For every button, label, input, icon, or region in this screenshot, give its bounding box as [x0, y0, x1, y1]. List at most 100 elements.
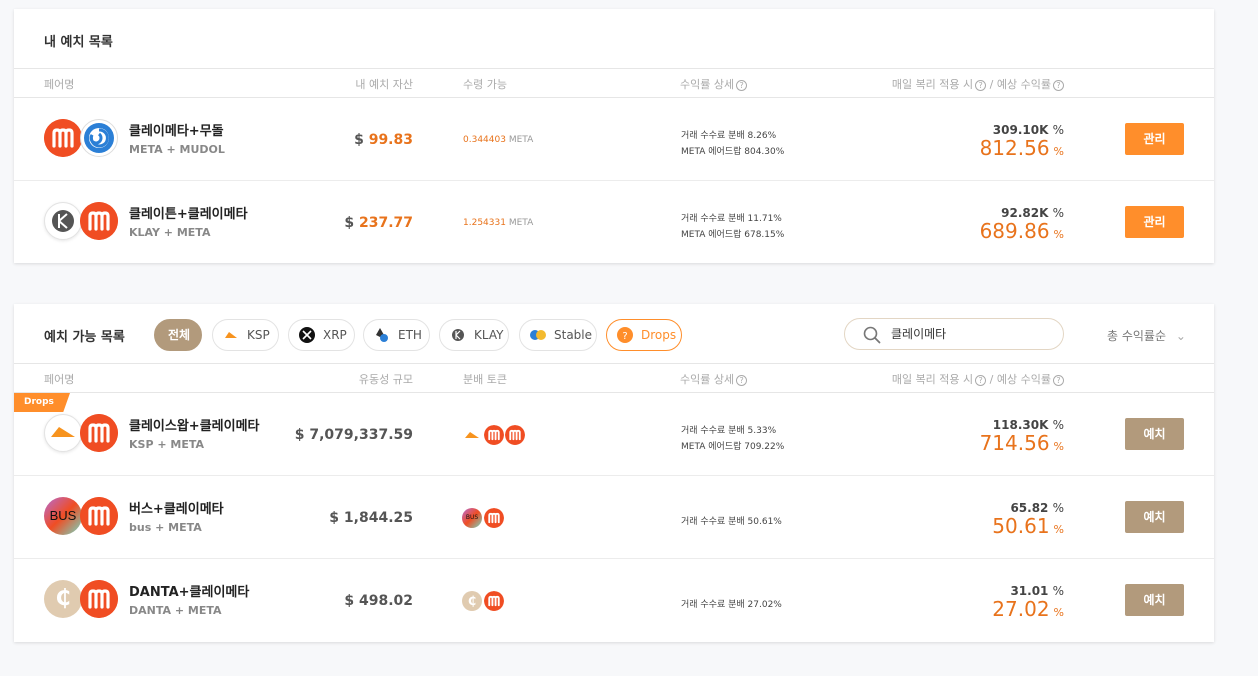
expected-apy: 27.02%	[992, 597, 1064, 621]
available-row: BUS 버스+클레이메타 bus + META $ 1,844.25 BUS 거…	[14, 476, 1214, 559]
deposit-button[interactable]: 예치	[1125, 501, 1184, 533]
compound-rate: 65.82 %	[1010, 501, 1064, 515]
klay-icon	[452, 329, 464, 341]
compound-rate: 31.01 %	[1010, 584, 1064, 598]
header-dist-token: 분배 토큰	[463, 373, 507, 386]
fee-share: 거래 수수료 분배 27.02%	[681, 600, 782, 610]
pair-symbols: bus + META	[129, 521, 202, 534]
liquidity-value: $ 7,079,337.59	[294, 427, 413, 443]
airdrop-rate: META 에어드랍 804.30%	[681, 147, 785, 157]
bus-icon: BUS	[462, 508, 482, 528]
svg-text:?: ?	[622, 331, 627, 342]
header-apy: 매일 복리 적용 시? / 예상 수익률?	[892, 76, 1064, 92]
xrp-icon	[299, 327, 315, 343]
ksp-icon	[462, 425, 482, 445]
compound-rate: 309.10K %	[992, 123, 1064, 137]
fee-share: 거래 수수료 분배 8.26%	[681, 131, 777, 141]
chevron-down-icon: ⌄	[1175, 329, 1186, 343]
meta-token-icon	[44, 119, 82, 157]
filter-klay[interactable]: KLAY	[439, 319, 509, 351]
compound-rate: 118.30K %	[992, 418, 1064, 432]
meta-icon	[484, 425, 504, 445]
available-header: 페어명 유동성 규모 분배 토큰 수익률 상세? 매일 복리 적용 시? / 예…	[14, 363, 1214, 393]
help-icon[interactable]: ?	[975, 375, 987, 386]
pair-symbols: META + MUDOL	[129, 143, 225, 156]
filter-stable[interactable]: Stable	[519, 319, 597, 351]
pair-name: 버스+클레이메타	[129, 502, 224, 517]
help-icon[interactable]: ?	[975, 80, 987, 91]
manage-button[interactable]: 관리	[1125, 123, 1184, 155]
header-liquidity: 유동성 규모	[358, 373, 413, 386]
drops-ribbon: Drops	[14, 393, 70, 412]
my-asset-value: $ 237.77	[344, 215, 413, 231]
available-deposits-card: 예치 가능 목록 전체 KSP XRP ETH KLAY Stable ? Dr…	[14, 304, 1214, 642]
liquidity-value: $ 498.02	[344, 593, 413, 609]
help-icon[interactable]: ?	[1053, 375, 1064, 386]
available-row: Drops 클레이스왑+클레이메타 KSP + META $ 7,079,337…	[14, 393, 1214, 476]
available-row: ₵ DANTA+클레이메타 DANTA + META $ 498.02 ₵ 거래…	[14, 559, 1214, 642]
filter-drops[interactable]: ? Drops	[606, 319, 682, 351]
manage-button[interactable]: 관리	[1125, 206, 1184, 238]
help-icon[interactable]: ?	[736, 375, 748, 386]
stable-icon	[530, 330, 546, 340]
meta-icon	[484, 508, 504, 528]
compound-rate: 92.82K %	[1001, 206, 1064, 220]
claimable-value: 0.344403 META	[463, 135, 534, 145]
header-my-asset: 내 예치 자산	[355, 78, 413, 91]
airdrop-rate: META 에어드랍 678.15%	[681, 230, 785, 240]
filter-all[interactable]: 전체	[154, 319, 202, 351]
meta-token-icon	[80, 497, 118, 535]
pair-symbols: KSP + META	[129, 438, 205, 451]
header-apy: 매일 복리 적용 시? / 예상 수익률?	[892, 371, 1064, 387]
deposit-button[interactable]: 예치	[1125, 584, 1184, 616]
deposit-row: 클레이튼+클레이메타 KLAY + META $ 237.77 1.254331…	[14, 181, 1214, 264]
fee-share: 거래 수수료 분배 11.71%	[681, 214, 782, 224]
search-input[interactable]	[891, 326, 1051, 340]
claimable-value: 1.254331 META	[463, 218, 534, 228]
my-deposits-title: 내 예치 목록	[44, 35, 113, 50]
ksp-token-icon	[44, 414, 82, 452]
filter-ksp[interactable]: KSP	[212, 319, 279, 351]
my-asset-value: $ 99.83	[354, 132, 413, 148]
header-claimable: 수령 가능	[463, 78, 507, 91]
pair-name: 클레이스왑+클레이메타	[129, 419, 260, 434]
expected-apy: 689.86%	[979, 219, 1064, 243]
fee-share: 거래 수수료 분배 5.33%	[681, 426, 777, 436]
search-box[interactable]	[844, 318, 1064, 350]
meta-icon	[505, 425, 525, 445]
deposit-button[interactable]: 예치	[1125, 418, 1184, 450]
my-deposits-card: 내 예치 목록 페어명 내 예치 자산 수령 가능 수익률 상세? 매일 복리 …	[14, 9, 1214, 263]
danta-token-icon: ₵	[44, 580, 82, 618]
header-pair: 페어명	[44, 373, 75, 386]
meta-icon	[484, 591, 504, 611]
pair-symbols: DANTA + META	[129, 604, 222, 617]
pair-symbols: KLAY + META	[129, 226, 211, 239]
header-yield-detail: 수익률 상세?	[680, 371, 748, 387]
klay-token-icon	[44, 202, 82, 240]
drops-icon: ?	[617, 327, 633, 343]
pair-name: 클레이메타+무돌	[129, 124, 224, 139]
sort-select[interactable]: 총 수익률순 ⌄	[1107, 327, 1186, 344]
ksp-icon	[225, 332, 237, 338]
deposit-row: 클레이메타+무돌 META + MUDOL $ 99.83 0.344403 M…	[14, 98, 1214, 181]
pair-name: 클레이튼+클레이메타	[129, 207, 248, 222]
bus-token-icon: BUS	[44, 497, 82, 535]
mudol-token-icon	[80, 119, 118, 157]
search-icon	[863, 326, 881, 344]
fee-share: 거래 수수료 분배 50.61%	[681, 517, 782, 527]
available-title: 예치 가능 목록	[44, 330, 125, 345]
header-yield-detail: 수익률 상세?	[680, 76, 748, 92]
liquidity-value: $ 1,844.25	[329, 510, 413, 526]
expected-apy: 714.56%	[979, 431, 1064, 455]
pair-name: DANTA+클레이메타	[129, 585, 250, 600]
help-icon[interactable]: ?	[1053, 80, 1064, 91]
expected-apy: 812.56%	[979, 136, 1064, 160]
help-icon[interactable]: ?	[736, 80, 748, 91]
filter-eth[interactable]: ETH	[363, 319, 430, 351]
eth-icon	[376, 328, 388, 342]
filter-xrp[interactable]: XRP	[288, 319, 355, 351]
my-deposits-header: 페어명 내 예치 자산 수령 가능 수익률 상세? 매일 복리 적용 시? / …	[14, 68, 1214, 98]
header-pair: 페어명	[44, 78, 75, 91]
airdrop-rate: META 에어드랍 709.22%	[681, 442, 785, 452]
danta-icon: ₵	[462, 591, 482, 611]
